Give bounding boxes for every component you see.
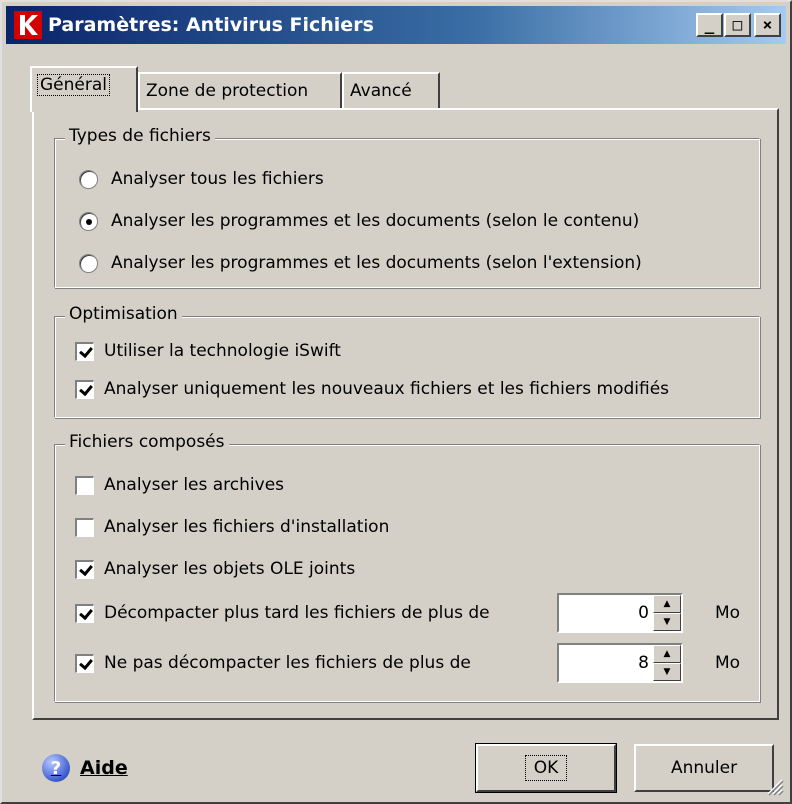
no-unpack-size-input[interactable] bbox=[561, 649, 651, 677]
radio-label: Analyser les programmes et les documents… bbox=[111, 211, 640, 231]
unpack-later-size-spinner[interactable]: ▲ ▼ bbox=[557, 593, 683, 633]
tab-advanced[interactable]: Avancé bbox=[342, 72, 440, 110]
checkbox-row-no-unpack[interactable]: Ne pas décompacter les fichiers de plus … bbox=[75, 653, 471, 673]
checkbox[interactable] bbox=[75, 341, 94, 361]
checkbox-row-archives[interactable]: Analyser les archives bbox=[75, 475, 284, 495]
help-question-icon: ? bbox=[42, 754, 70, 782]
tab-general[interactable]: Général bbox=[30, 66, 138, 112]
spinner-buttons: ▲ ▼ bbox=[653, 595, 681, 631]
checkbox-label: Décompacter plus tard les fichiers de pl… bbox=[104, 603, 490, 623]
file-types-group-label: Types de fichiers bbox=[65, 126, 215, 146]
compound-files-group-label: Fichiers composés bbox=[65, 432, 229, 452]
close-button[interactable]: × bbox=[754, 13, 781, 37]
ok-button-label: OK bbox=[524, 755, 568, 781]
cancel-button[interactable]: Annuler bbox=[634, 744, 774, 792]
checkbox-label: Utiliser la technologie iSwift bbox=[104, 341, 341, 361]
radio-scan-by-extension[interactable]: Analyser les programmes et les documents… bbox=[79, 253, 642, 273]
radio-scan-all-files[interactable]: Analyser tous les fichiers bbox=[79, 169, 324, 189]
help-label: Aide bbox=[80, 757, 128, 779]
spinner-buttons: ▲ ▼ bbox=[653, 645, 681, 681]
radio-button[interactable] bbox=[79, 169, 98, 189]
no-unpack-size-spinner[interactable]: ▲ ▼ bbox=[557, 643, 683, 683]
checkbox-label: Ne pas décompacter les fichiers de plus … bbox=[104, 653, 471, 673]
kaspersky-logo-icon bbox=[14, 11, 42, 39]
checkbox[interactable] bbox=[75, 379, 94, 399]
radio-button[interactable] bbox=[79, 253, 98, 273]
checkbox-row-installers[interactable]: Analyser les fichiers d'installation bbox=[75, 517, 389, 537]
spin-down-button[interactable]: ▼ bbox=[653, 613, 681, 631]
unit-label: Mo bbox=[715, 653, 741, 673]
optimisation-group: Optimisation Utiliser la technologie iSw… bbox=[54, 304, 760, 418]
spin-down-button[interactable]: ▼ bbox=[653, 663, 681, 681]
ok-button[interactable]: OK bbox=[475, 743, 617, 793]
help-link[interactable]: ? Aide bbox=[42, 754, 128, 782]
checkbox-row-ole-objects[interactable]: Analyser les objets OLE joints bbox=[75, 559, 355, 579]
tab-protection-zone-label: Zone de protection bbox=[146, 81, 309, 101]
maximize-button[interactable]: □ bbox=[724, 13, 751, 37]
radio-scan-by-content[interactable]: Analyser les programmes et les documents… bbox=[79, 211, 639, 231]
checkbox-label: Analyser les archives bbox=[104, 475, 285, 495]
checkbox-row-new-modified[interactable]: Analyser uniquement les nouveaux fichier… bbox=[75, 379, 669, 399]
checkbox-label: Analyser les objets OLE joints bbox=[104, 559, 356, 579]
checkbox-row-iswift[interactable]: Utiliser la technologie iSwift bbox=[75, 341, 341, 361]
checkbox-label: Analyser uniquement les nouveaux fichier… bbox=[104, 379, 670, 399]
tab-panel-general: Types de fichiers Analyser tous les fich… bbox=[32, 108, 779, 720]
tab-protection-zone[interactable]: Zone de protection bbox=[138, 72, 342, 110]
tab-general-label: Général bbox=[37, 74, 110, 96]
compound-files-group: Fichiers composés Analyser les archives … bbox=[54, 432, 760, 702]
optimisation-group-label: Optimisation bbox=[65, 304, 182, 324]
dialog-window: Paramètres: Antivirus Fichiers _ □ × Gén… bbox=[0, 0, 792, 804]
checkbox[interactable] bbox=[75, 653, 94, 673]
checkbox[interactable] bbox=[75, 559, 94, 579]
radio-label: Analyser tous les fichiers bbox=[111, 169, 324, 189]
checkbox[interactable] bbox=[75, 475, 94, 495]
window-title: Paramètres: Antivirus Fichiers bbox=[48, 14, 374, 36]
radio-button[interactable] bbox=[79, 211, 98, 231]
resize-grip-icon[interactable] bbox=[764, 776, 784, 796]
unit-label: Mo bbox=[715, 603, 741, 623]
checkbox[interactable] bbox=[75, 517, 94, 537]
spin-up-button[interactable]: ▲ bbox=[653, 595, 681, 613]
unpack-later-size-input[interactable] bbox=[561, 599, 651, 627]
minimize-button[interactable]: _ bbox=[696, 13, 723, 37]
checkbox-label: Analyser les fichiers d'installation bbox=[104, 517, 390, 537]
tab-advanced-label: Avancé bbox=[350, 81, 412, 101]
checkbox[interactable] bbox=[75, 603, 94, 623]
spin-up-button[interactable]: ▲ bbox=[653, 645, 681, 663]
radio-label: Analyser les programmes et les documents… bbox=[111, 253, 642, 273]
cancel-button-label: Annuler bbox=[670, 758, 738, 778]
title-bar[interactable]: Paramètres: Antivirus Fichiers _ □ × bbox=[6, 6, 786, 44]
file-types-group: Types de fichiers Analyser tous les fich… bbox=[54, 126, 760, 288]
checkbox-row-unpack-later[interactable]: Décompacter plus tard les fichiers de pl… bbox=[75, 603, 490, 623]
